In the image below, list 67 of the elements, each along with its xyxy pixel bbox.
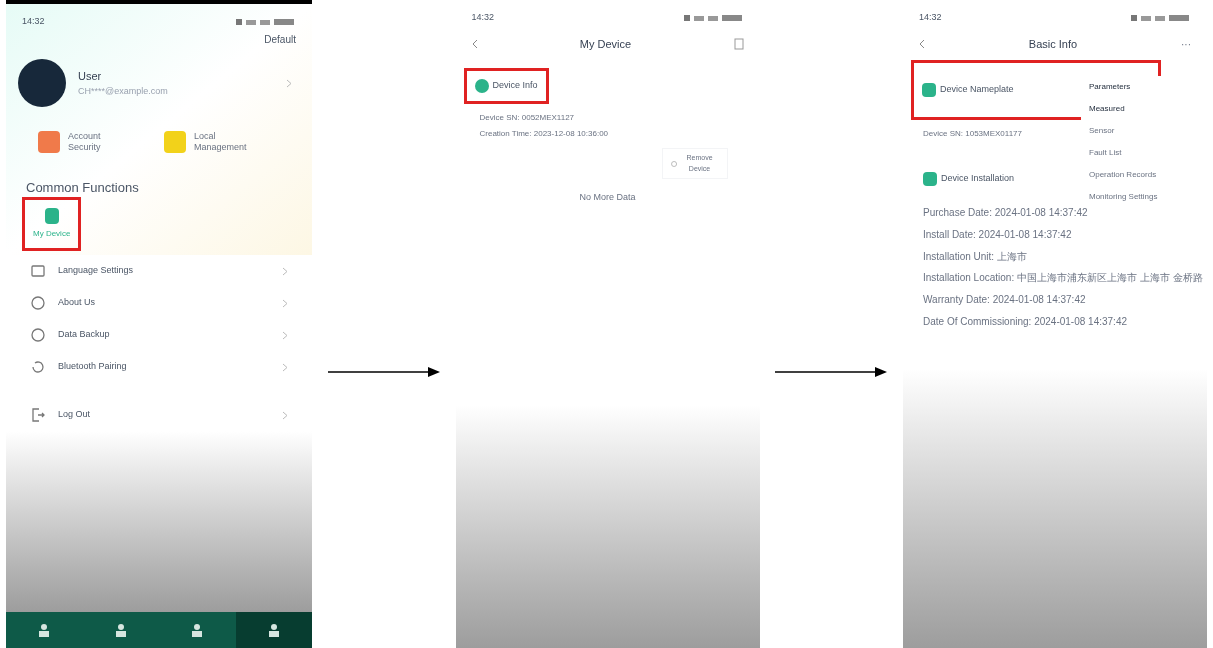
- dropdown-item[interactable]: Fault List: [1089, 142, 1193, 164]
- chevron-right-icon: [282, 330, 288, 340]
- chevron-right-icon: [282, 298, 288, 308]
- device-icon: [923, 172, 937, 186]
- dropdown-item[interactable]: Parameters: [1089, 76, 1193, 98]
- section-title: Common Functions: [25, 178, 140, 197]
- tab-icon: [191, 623, 204, 637]
- default-label[interactable]: Default: [264, 32, 296, 47]
- user-name: User: [78, 69, 103, 84]
- menu-item[interactable]: Language Settings: [6, 255, 312, 287]
- function-label: My Device: [33, 228, 71, 240]
- minus-circle-icon: [670, 159, 677, 168]
- status-time: 14:32: [471, 11, 495, 25]
- info-field: Install Date: 2024-01-08 14:37:42: [923, 227, 1203, 242]
- installation-label[interactable]: Device Installation: [941, 172, 1015, 186]
- language-icon: [30, 263, 46, 279]
- dropdown-item[interactable]: Operation Records: [1089, 164, 1193, 186]
- nameplate-label[interactable]: Device Nameplate: [940, 83, 1014, 97]
- status-time: 14:32: [22, 15, 45, 29]
- info-field: Installation Unit: 上海市: [923, 249, 1203, 264]
- chevron-right-icon: [282, 410, 288, 420]
- status-icons-icon: [1131, 14, 1191, 22]
- menu-item[interactable]: Log Out: [6, 399, 312, 431]
- dropdown-item[interactable]: Monitoring Settings: [1089, 186, 1193, 208]
- status-time: 14:32: [919, 11, 942, 25]
- chevron-right-icon: [286, 78, 292, 88]
- device-icon: [474, 79, 489, 93]
- more-button[interactable]: ···: [1181, 36, 1191, 52]
- screen-title: Basic Info: [1028, 36, 1078, 52]
- tab-icon: [267, 623, 280, 637]
- bluetooth-icon: [30, 359, 46, 375]
- device-sn: Device SN: 1053MEX01177: [923, 128, 1023, 140]
- device-icon: [44, 208, 59, 224]
- user-email: CH****@example.com: [78, 84, 169, 98]
- no-more-data-text: No More Data: [579, 191, 636, 204]
- shortcut-label[interactable]: Local Management: [194, 131, 258, 154]
- backup-icon: [30, 327, 46, 343]
- tab-icon: [114, 623, 127, 637]
- logout-icon: [30, 407, 46, 423]
- info-field: Installation Location: 中国上海市浦东新区上海市 上海市 金桥路: [923, 271, 1203, 285]
- shortcut-icon[interactable]: [38, 131, 60, 154]
- device-icon: [922, 83, 936, 97]
- tab-icon: [38, 623, 51, 637]
- dropdown-item[interactable]: Sensor: [1089, 120, 1193, 142]
- device-info-header[interactable]: Device Info: [463, 68, 549, 104]
- menu-item[interactable]: Bluetooth Pairing: [6, 351, 312, 383]
- arrow-right-icon: [775, 367, 888, 377]
- chevron-right-icon: [282, 362, 288, 372]
- info-icon: [30, 295, 46, 311]
- status-icons-icon: [683, 14, 744, 22]
- info-field: Warranty Date: 2024-01-08 14:37:42: [923, 293, 1203, 307]
- menu-item[interactable]: About Us: [6, 287, 312, 319]
- status-icons-icon: [236, 18, 296, 26]
- menu-item[interactable]: Data Backup: [6, 319, 312, 351]
- avatar: [18, 59, 66, 107]
- info-field: Purchase Date: 2024-01-08 14:37:42: [923, 206, 1203, 220]
- back-icon[interactable]: [919, 39, 925, 49]
- chevron-right-icon: [282, 266, 288, 276]
- shortcut-label[interactable]: Account Security: [68, 131, 132, 154]
- arrow-right-icon: [327, 367, 440, 377]
- device-field: Device SN: 0052MEX1127: [479, 112, 736, 124]
- info-field: Date Of Commissioning: 2024-01-08 14:37:42: [923, 314, 1203, 329]
- back-icon[interactable]: [471, 39, 478, 49]
- tab[interactable]: [235, 612, 312, 648]
- dropdown-item[interactable]: Measured: [1089, 98, 1193, 120]
- device-field: Creation Time: 2023-12-08 10:36:00: [479, 128, 736, 140]
- screen-title: My Device: [579, 36, 632, 52]
